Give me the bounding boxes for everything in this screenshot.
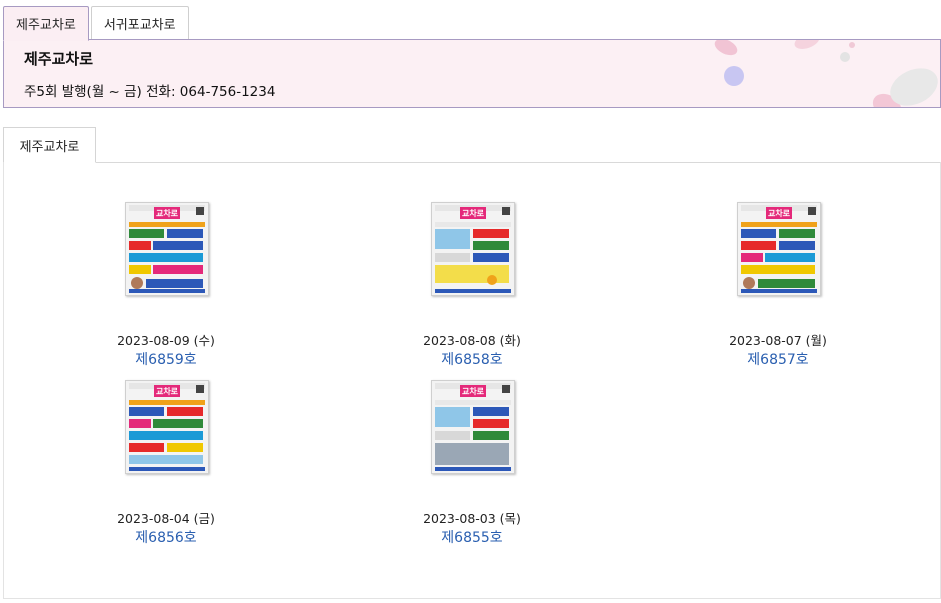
cover-logo: 교차로 [154, 385, 180, 397]
cover-logo: 교차로 [154, 207, 180, 219]
issue-number-link[interactable]: 제6855호 [402, 527, 542, 547]
sub-tab-jeju-gyocharo[interactable]: 제주교차로 [3, 127, 96, 163]
issue-item[interactable]: 교차로 2023-08-07 (월) 제6857호 [708, 202, 848, 372]
tab-jeju-gyocharo[interactable]: 제주교차로 [3, 6, 89, 41]
issue-date: 2023-08-08 (화) [423, 333, 521, 348]
cover-logo: 교차로 [766, 207, 792, 219]
issue-cover-thumbnail[interactable]: 교차로 [431, 202, 515, 296]
issue-cover-thumbnail[interactable]: 교차로 [737, 202, 821, 296]
issue-date: 2023-08-04 (금) [117, 511, 215, 526]
issue-item[interactable]: 교차로 2023-08-08 (화) 제6858호 [402, 202, 542, 372]
issue-number-link[interactable]: 제6859호 [96, 349, 236, 369]
decorative-dot [849, 42, 855, 48]
top-tab-bar: 제주교차로 서귀포교차로 [3, 6, 191, 41]
decorative-dot [840, 52, 850, 62]
issue-cover-thumbnail[interactable]: 교차로 [431, 380, 515, 474]
issue-item[interactable]: 교차로 2023-08-03 (목) 제6855호 [402, 380, 542, 550]
tab-seogwipo-gyocharo[interactable]: 서귀포교차로 [90, 6, 189, 39]
decorative-leaf [884, 61, 940, 107]
publication-info-panel: 제주교차로 주5회 발행(월 ~ 금) 전화: 064-756-1234 [3, 39, 941, 108]
issue-item[interactable]: 교차로 2023-08-04 (금) 제6856호 [96, 380, 236, 550]
publication-description: 주5회 발행(월 ~ 금) 전화: 064-756-1234 [24, 84, 276, 100]
issue-cover-thumbnail[interactable]: 교차로 [125, 380, 209, 474]
issue-list: 교차로 2023-08-09 (수) 제6859호 교차로 2023-08-08… [3, 162, 941, 599]
decorative-petal [792, 40, 822, 53]
publication-title: 제주교차로 [24, 50, 94, 68]
issue-date: 2023-08-07 (월) [729, 333, 827, 348]
issue-number-link[interactable]: 제6858호 [402, 349, 542, 369]
issue-cover-thumbnail[interactable]: 교차로 [125, 202, 209, 296]
issue-number-link[interactable]: 제6856호 [96, 527, 236, 547]
issue-date: 2023-08-03 (목) [423, 511, 521, 526]
decorative-petal [712, 40, 740, 59]
decorative-dot [724, 66, 744, 86]
issue-date: 2023-08-09 (수) [117, 333, 215, 348]
issue-number-link[interactable]: 제6857호 [708, 349, 848, 369]
issue-item[interactable]: 교차로 2023-08-09 (수) 제6859호 [96, 202, 236, 372]
sub-tab-bar: 제주교차로 [3, 127, 941, 163]
cover-logo: 교차로 [460, 385, 486, 397]
cover-logo: 교차로 [460, 207, 486, 219]
